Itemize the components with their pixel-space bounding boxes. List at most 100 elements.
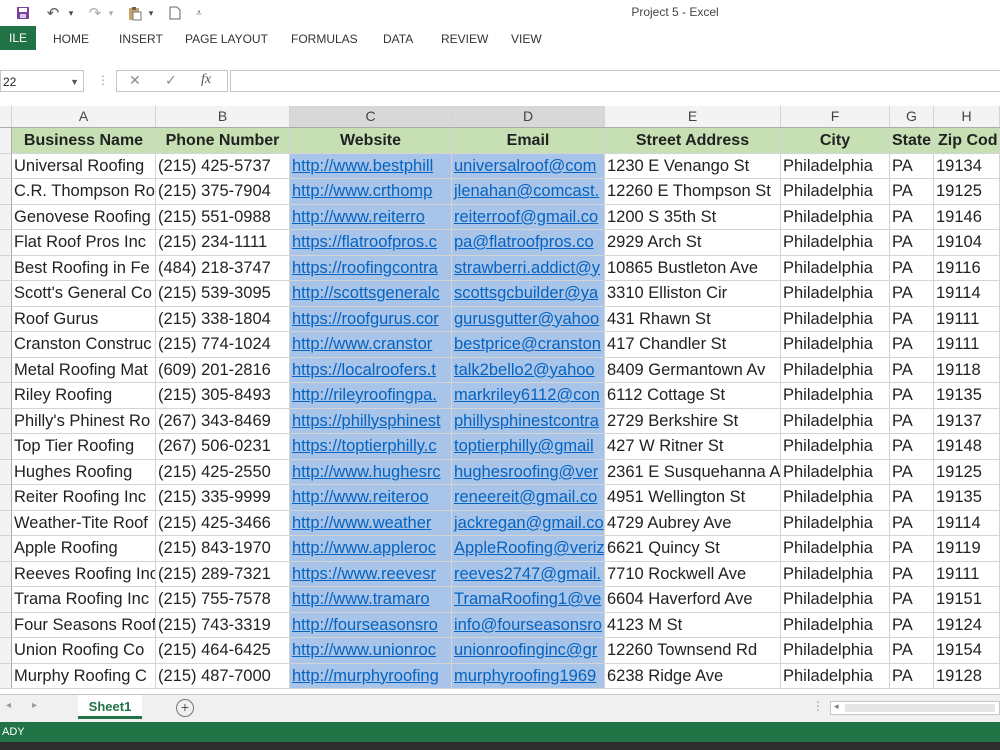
column-header-d[interactable]: D: [452, 106, 605, 127]
header-phone-number[interactable]: Phone Number: [156, 128, 290, 154]
cell-street-address[interactable]: 4123 M St: [605, 612, 781, 638]
cell-business-name[interactable]: Murphy Roofing C: [12, 663, 156, 689]
cell-zip-code[interactable]: 19135: [934, 485, 1000, 511]
cell-zip-code[interactable]: 19137: [934, 408, 1000, 434]
cancel-icon[interactable]: ✕: [129, 72, 141, 89]
cell-street-address[interactable]: 431 Rhawn St: [605, 306, 781, 332]
cell-state[interactable]: PA: [890, 230, 934, 256]
column-header-b[interactable]: B: [156, 106, 290, 127]
new-document-icon[interactable]: [166, 3, 184, 23]
cell-phone-number[interactable]: (267) 506-0231: [156, 434, 290, 460]
cell-state[interactable]: PA: [890, 510, 934, 536]
tab-insert[interactable]: INSERT: [119, 32, 163, 46]
cell-street-address[interactable]: 12260 E Thompson St: [605, 179, 781, 205]
cell-street-address[interactable]: 6621 Quincy St: [605, 536, 781, 562]
cell-city[interactable]: Philadelphia: [781, 587, 890, 613]
cell-zip-code[interactable]: 19118: [934, 357, 1000, 383]
cell-state[interactable]: PA: [890, 383, 934, 409]
column-header-e[interactable]: E: [605, 106, 781, 127]
row-number[interactable]: [0, 153, 12, 179]
row-number[interactable]: [0, 638, 12, 664]
cell-website[interactable]: https://flatroofpros.c: [290, 230, 452, 256]
header-email[interactable]: Email: [452, 128, 605, 154]
cell-email[interactable]: reneereit@gmail.co: [452, 485, 605, 511]
cell-street-address[interactable]: 1200 S 35th St: [605, 204, 781, 230]
sheet-tab-sheet1[interactable]: Sheet1: [78, 695, 142, 719]
tab-file[interactable]: ILE: [0, 26, 36, 50]
cell-street-address[interactable]: 427 W Ritner St: [605, 434, 781, 460]
header-street-address[interactable]: Street Address: [605, 128, 781, 154]
cell-street-address[interactable]: 6238 Ridge Ave: [605, 663, 781, 689]
cell-business-name[interactable]: Weather-Tite Roof: [12, 510, 156, 536]
cell-city[interactable]: Philadelphia: [781, 383, 890, 409]
cell-street-address[interactable]: 8409 Germantown Av: [605, 357, 781, 383]
tab-home[interactable]: HOME: [53, 32, 89, 46]
cell-phone-number[interactable]: (215) 539-3095: [156, 281, 290, 307]
cell-zip-code[interactable]: 19151: [934, 587, 1000, 613]
column-header-f[interactable]: F: [781, 106, 890, 127]
redo-dropdown-icon[interactable]: ▾: [106, 3, 116, 23]
row-number[interactable]: [0, 230, 12, 256]
cell-street-address[interactable]: 12260 Townsend Rd: [605, 638, 781, 664]
cell-city[interactable]: Philadelphia: [781, 536, 890, 562]
cell-business-name[interactable]: Flat Roof Pros Inc: [12, 230, 156, 256]
row-number[interactable]: [0, 128, 12, 154]
cell-city[interactable]: Philadelphia: [781, 459, 890, 485]
cell-email[interactable]: unionroofinginc@gr: [452, 638, 605, 664]
header-website[interactable]: Website: [290, 128, 452, 154]
row-number[interactable]: [0, 255, 12, 281]
cell-phone-number[interactable]: (215) 305-8493: [156, 383, 290, 409]
header-business-name[interactable]: Business Name: [12, 128, 156, 154]
scroll-split-handle-icon[interactable]: ⋮: [812, 699, 824, 713]
chevron-down-icon[interactable]: ▼: [70, 71, 79, 93]
cell-phone-number[interactable]: (267) 343-8469: [156, 408, 290, 434]
cell-business-name[interactable]: Genovese Roofing: [12, 204, 156, 230]
cell-zip-code[interactable]: 19111: [934, 306, 1000, 332]
row-number[interactable]: [0, 561, 12, 587]
cell-state[interactable]: PA: [890, 153, 934, 179]
cell-state[interactable]: PA: [890, 306, 934, 332]
header-zip-code[interactable]: Zip Cod: [934, 128, 1000, 154]
select-all-corner[interactable]: [0, 106, 12, 127]
scroll-left-icon[interactable]: ◂: [834, 701, 839, 712]
undo-icon[interactable]: ↶: [42, 3, 64, 23]
cell-email[interactable]: gurusgutter@yahoo: [452, 306, 605, 332]
row-number[interactable]: [0, 663, 12, 689]
tab-page-layout[interactable]: PAGE LAYOUT: [185, 32, 268, 46]
scrollbar-thumb[interactable]: [845, 704, 995, 712]
cell-city[interactable]: Philadelphia: [781, 408, 890, 434]
cell-state[interactable]: PA: [890, 255, 934, 281]
row-number[interactable]: [0, 332, 12, 358]
save-icon[interactable]: [14, 3, 32, 23]
cell-city[interactable]: Philadelphia: [781, 510, 890, 536]
cell-city[interactable]: Philadelphia: [781, 153, 890, 179]
cell-city[interactable]: Philadelphia: [781, 485, 890, 511]
cell-website[interactable]: http://www.tramaro: [290, 587, 452, 613]
cell-street-address[interactable]: 6604 Haverford Ave: [605, 587, 781, 613]
cell-street-address[interactable]: 4729 Aubrey Ave: [605, 510, 781, 536]
cell-email[interactable]: strawberri.addict@y: [452, 255, 605, 281]
cell-street-address[interactable]: 1230 E Venango St: [605, 153, 781, 179]
cell-phone-number[interactable]: (215) 335-9999: [156, 485, 290, 511]
cell-zip-code[interactable]: 19116: [934, 255, 1000, 281]
cell-phone-number[interactable]: (215) 425-2550: [156, 459, 290, 485]
row-number[interactable]: [0, 612, 12, 638]
cell-city[interactable]: Philadelphia: [781, 179, 890, 205]
redo-icon[interactable]: ↷: [84, 3, 106, 23]
cell-phone-number[interactable]: (215) 743-3319: [156, 612, 290, 638]
cell-zip-code[interactable]: 19146: [934, 204, 1000, 230]
cell-city[interactable]: Philadelphia: [781, 612, 890, 638]
paste-icon[interactable]: [126, 3, 144, 23]
cell-website[interactable]: http://www.hughesrc: [290, 459, 452, 485]
cell-business-name[interactable]: Four Seasons Roof: [12, 612, 156, 638]
cell-business-name[interactable]: Top Tier Roofing: [12, 434, 156, 460]
cell-street-address[interactable]: 2729 Berkshire St: [605, 408, 781, 434]
row-number[interactable]: [0, 510, 12, 536]
cell-city[interactable]: Philadelphia: [781, 638, 890, 664]
row-number[interactable]: [0, 587, 12, 613]
cell-website[interactable]: http://www.reiterro: [290, 204, 452, 230]
cell-email[interactable]: scottsgcbuilder@ya: [452, 281, 605, 307]
cell-phone-number[interactable]: (215) 338-1804: [156, 306, 290, 332]
cell-street-address[interactable]: 2361 E Susquehanna A: [605, 459, 781, 485]
column-header-a[interactable]: A: [12, 106, 156, 127]
